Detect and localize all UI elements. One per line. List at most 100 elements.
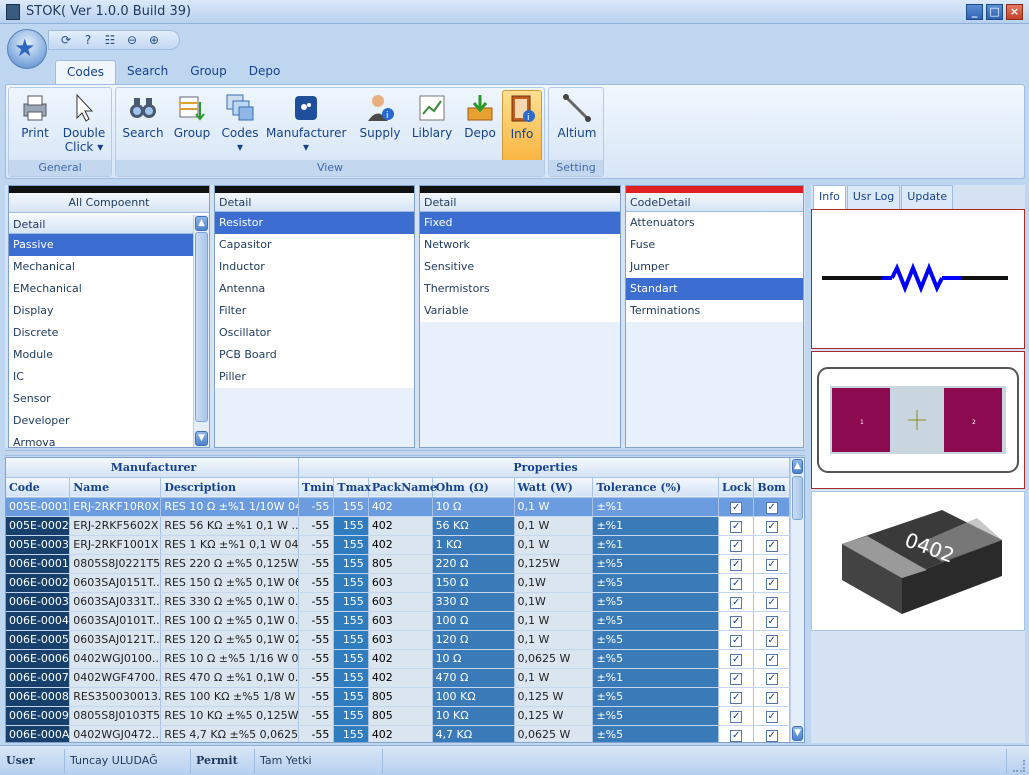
help-icon[interactable]: ?: [79, 33, 97, 47]
list-item[interactable]: Piller: [215, 366, 414, 388]
supply-button[interactable]: i Supply: [358, 90, 402, 160]
list-item[interactable]: Developer: [9, 410, 193, 432]
lock-checkbox[interactable]: ✓: [730, 615, 743, 628]
info-button[interactable]: i Info: [502, 90, 542, 162]
manufacturer-button[interactable]: Manufacturer ▾: [266, 90, 346, 160]
tab-search[interactable]: Search: [116, 60, 179, 84]
altium-button[interactable]: Altium: [553, 90, 601, 160]
list-item[interactable]: Fuse: [626, 234, 803, 256]
depo-button[interactable]: Depo: [460, 90, 500, 160]
table-row[interactable]: 006E-0004 0603SAJ0101T... RES 100 Ω ±%5 0,…: [6, 611, 790, 631]
refresh-icon[interactable]: ⟳: [57, 33, 75, 47]
list-item[interactable]: Variable: [420, 300, 620, 322]
scroll-down-icon[interactable]: ▼: [195, 431, 208, 446]
lock-checkbox[interactable]: ✓: [730, 634, 743, 647]
list-item[interactable]: Inductor: [215, 256, 414, 278]
scroll-thumb[interactable]: [792, 476, 803, 520]
bom-checkbox[interactable]: ✓: [765, 691, 778, 704]
group-button[interactable]: Group: [170, 90, 214, 160]
list-item[interactable]: Mechanical: [9, 256, 193, 278]
lock-checkbox[interactable]: ✓: [730, 710, 743, 723]
all-component-button[interactable]: All Compoennt: [9, 193, 209, 213]
lock-checkbox[interactable]: ✓: [730, 729, 743, 742]
table-row[interactable]: 006E-0002 0603SAJ0151T... RES 150 Ω ±%5 0,…: [6, 573, 790, 593]
lock-checkbox[interactable]: ✓: [730, 558, 743, 571]
column-header-bom[interactable]: Bom: [753, 477, 790, 498]
list-item[interactable]: Standart: [626, 278, 803, 300]
column-header-packname[interactable]: PackName: [368, 477, 437, 498]
bom-checkbox[interactable]: ✓: [765, 634, 778, 647]
scroll-up-icon[interactable]: ▲: [792, 459, 803, 474]
column-header-ohm[interactable]: Ohm (Ω): [432, 477, 515, 498]
tab-depo[interactable]: Depo: [238, 60, 292, 84]
list-scrollbar[interactable]: ▲ ▼: [193, 215, 209, 447]
table-row[interactable]: 006E-0007 0402WGF4700... RES 470 Ω ±%1 0,1…: [6, 668, 790, 688]
bom-checkbox[interactable]: ✓: [765, 501, 778, 514]
list-item[interactable]: Antenna: [215, 278, 414, 300]
list-item[interactable]: Armova: [9, 432, 193, 446]
bom-checkbox[interactable]: ✓: [765, 615, 778, 628]
list-item[interactable]: Passive: [9, 234, 193, 256]
list-item[interactable]: Terminations: [626, 300, 803, 322]
list-icon[interactable]: ☷: [101, 33, 119, 47]
list-item[interactable]: Resistor: [215, 212, 414, 234]
lock-checkbox[interactable]: ✓: [730, 672, 743, 685]
column-header-tmax[interactable]: Tmax: [333, 477, 371, 498]
column-header-tmin[interactable]: Tmin: [298, 477, 335, 498]
table-row[interactable]: 005E-0002 ERJ-2RKF5602X RES 56 KΩ ±%1 0,1 …: [6, 516, 790, 536]
bom-checkbox[interactable]: ✓: [765, 558, 778, 571]
bom-checkbox[interactable]: ✓: [765, 710, 778, 723]
table-row[interactable]: 006E-0005 0603SAJ0121T... RES 120 Ω ±%5 0,…: [6, 630, 790, 650]
list-item[interactable]: Module: [9, 344, 193, 366]
list-item[interactable]: Fixed: [420, 212, 620, 234]
scroll-up-icon[interactable]: ▲: [195, 216, 208, 231]
bom-checkbox[interactable]: ✓: [765, 729, 778, 742]
column-header-tolerance[interactable]: Tolerance (%): [592, 477, 719, 498]
table-row[interactable]: 006E-0003 0603SAJ0331T... RES 330 Ω ±%5 0,…: [6, 592, 790, 612]
minimize-button[interactable]: _: [966, 4, 983, 20]
list-item[interactable]: PCB Board: [215, 344, 414, 366]
tab-codes[interactable]: Codes: [55, 60, 116, 84]
column-header-name[interactable]: Name: [69, 477, 162, 498]
tab-info[interactable]: Info: [813, 185, 846, 209]
column-header-lock[interactable]: Lock: [718, 477, 755, 498]
column-header-code[interactable]: Code: [6, 477, 71, 498]
column-header-watt[interactable]: Watt (W): [514, 477, 594, 498]
tab-update[interactable]: Update: [901, 185, 954, 209]
list-item[interactable]: Capasitor: [215, 234, 414, 256]
codes-button[interactable]: Codes ▾: [218, 90, 262, 160]
lock-checkbox[interactable]: ✓: [730, 577, 743, 590]
application-menu-button[interactable]: ★: [7, 29, 47, 69]
list-item[interactable]: Jumper: [626, 256, 803, 278]
table-row[interactable]: 006E-000A 0402WGJ0472... RES 4,7 KΩ ±%5 0,…: [6, 725, 790, 742]
list-item[interactable]: Attenuators: [626, 212, 803, 234]
lock-checkbox[interactable]: ✓: [730, 596, 743, 609]
print-button[interactable]: Print: [13, 90, 57, 160]
table-row[interactable]: 005E-0003 ERJ-2RKF1001X RES 1 KΩ ±%1 0,1 W…: [6, 535, 790, 555]
liblary-button[interactable]: Liblary: [410, 90, 454, 160]
bom-checkbox[interactable]: ✓: [765, 520, 778, 533]
double-click-button[interactable]: Double Click ▾: [59, 90, 109, 160]
table-row[interactable]: 006E-0009 0805S8J0103T5E RES 10 KΩ ±%5 0,1…: [6, 706, 790, 726]
list-item[interactable]: Display: [9, 300, 193, 322]
bom-checkbox[interactable]: ✓: [765, 577, 778, 590]
list-item[interactable]: Network: [420, 234, 620, 256]
list-item[interactable]: Sensitive: [420, 256, 620, 278]
table-row[interactable]: 005E-0001 ERJ-2RKF10R0X RES 10 Ω ±%1 1/10W…: [6, 497, 790, 517]
list-item[interactable]: Discrete: [9, 322, 193, 344]
zoom-out-icon[interactable]: ⊖: [123, 33, 141, 47]
table-row[interactable]: 006E-0006 0402WGJ0100... RES 10 Ω ±%5 1/16…: [6, 649, 790, 669]
list-item[interactable]: Filter: [215, 300, 414, 322]
list-item[interactable]: Thermistors: [420, 278, 620, 300]
bom-checkbox[interactable]: ✓: [765, 672, 778, 685]
bom-checkbox[interactable]: ✓: [765, 596, 778, 609]
lock-checkbox[interactable]: ✓: [730, 653, 743, 666]
zoom-in-icon[interactable]: ⊕: [145, 33, 163, 47]
lock-checkbox[interactable]: ✓: [730, 501, 743, 514]
list-item[interactable]: Oscillator: [215, 322, 414, 344]
resize-grip[interactable]: [1013, 760, 1025, 772]
list-item[interactable]: Sensor: [9, 388, 193, 410]
bom-checkbox[interactable]: ✓: [765, 539, 778, 552]
list-item[interactable]: EMechanical: [9, 278, 193, 300]
search-button[interactable]: Search: [120, 90, 166, 160]
